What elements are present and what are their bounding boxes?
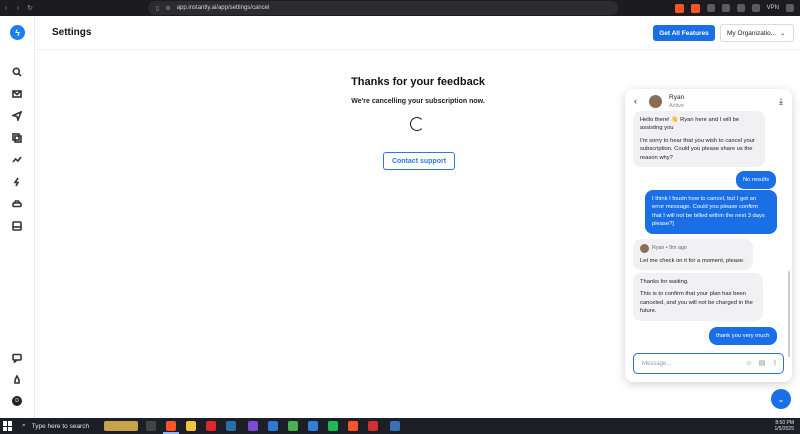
message-input[interactable] [642,360,734,367]
vscode-icon[interactable] [308,421,318,431]
chat-message-user: thank you very much [709,327,777,346]
mail-icon[interactable] [11,88,23,100]
message-line: Let me check on it for a moment, please. [640,258,745,264]
organization-select[interactable]: My Organizatio... ⌄ [720,24,794,42]
task-view-icon[interactable] [146,421,156,431]
back-nav-icon[interactable]: ‹ [0,0,12,16]
chat-scrollbar[interactable] [788,271,790,357]
chat-message-agent: Ryan • 9m ago Let me check on it for a m… [633,239,753,271]
chat-message-user: I think I foudn how to cancel, but I got… [645,190,777,234]
agent-avatar [640,244,649,253]
chevron-down-icon: ⌄ [780,30,786,37]
cancel-status-text: We're cancelling your subscription now. [351,98,485,105]
extension-icon[interactable] [706,4,715,12]
message-meta-text: Ryan • 9m ago [652,245,687,252]
taskbar-clock[interactable]: 8:50 PM 1/5/2025 [775,420,794,432]
brave-rewards-icon[interactable] [690,3,700,13]
brave-icon[interactable] [348,421,358,431]
app-icon-tools[interactable] [390,421,400,431]
agent-avatar [649,95,662,108]
car-icon[interactable] [11,198,23,210]
message-line: future. [640,308,657,315]
message-line: Hello there! 👋 Ryan here and I will be [640,117,740,123]
message-line: Thanks for waiting. [640,279,689,285]
copy-icon[interactable] [11,132,23,144]
spotify-icon[interactable] [328,421,338,431]
forward-nav-icon[interactable]: › [12,0,24,16]
clock-date: 1/5/2025 [774,426,794,432]
back-arrow-icon[interactable]: ‹ [634,96,637,106]
user-avatar[interactable]: D [12,396,22,406]
browser-toolbar: ‹ › ↻ ▯ ⚙ app.instantly.ai/app/settings/… [0,0,800,16]
taskbar-search[interactable]: ⌕ Type here to search [18,419,102,433]
contact-support-button[interactable]: Contact support [383,152,455,170]
url-text: app.instantly.ai/app/settings/cancel [176,5,270,11]
chat-toggle-button[interactable]: ⌄ [771,389,791,409]
emoji-icon[interactable]: ☺ [745,359,753,367]
message-line: I'm sorry to hear that you wish to cance… [640,137,755,144]
agent-status: Active [669,103,684,109]
message-line: that I will not be billed within the nex… [652,212,765,219]
app-icon-purple[interactable] [248,421,258,431]
message-input-box[interactable]: ☺ ▤ ⌇ [633,353,784,374]
search-icon[interactable] [11,66,23,78]
chat-icon[interactable] [11,352,23,364]
message-line: error message. Could you please confirm [652,204,759,211]
chat-message-user: No results [736,171,777,190]
taskbar-search-text: Type here to search [31,422,90,430]
attachment-icon[interactable]: ⌇ [771,359,779,367]
chat-message-agent: Thanks for waiting. This is to confirm t… [633,273,763,321]
loading-spinner-icon [410,117,424,131]
message-line: assisting you [640,125,674,132]
app-header: Settings Get All Features My Organizatio… [36,16,800,50]
windows-taskbar: ⌕ Type here to search 8:50 PM 1/5/2025 [0,418,800,434]
message-meta: Ryan • 9m ago [640,244,746,253]
feedback-title: Thanks for your feedback [351,76,485,88]
search-icon: ⌕ [22,422,26,429]
message-line: please?] [652,221,674,228]
sidebar-toggle-icon[interactable] [736,4,745,12]
get-all-features-button[interactable]: Get All Features [653,25,715,41]
app-sidebar: ϟ D [0,16,35,418]
rocket-icon[interactable] [11,374,23,386]
widget-image[interactable] [104,421,138,431]
message-line: reason why? [640,154,673,161]
app-icon-green[interactable] [288,421,298,431]
message-line: subscription. Could you please share us … [640,146,753,153]
bolt-icon[interactable] [11,176,23,188]
address-bar[interactable]: ▯ ⚙ app.instantly.ai/app/settings/cancel [148,1,618,15]
site-info-icon[interactable]: ⚙ [165,5,170,12]
wallet-icon[interactable] [721,4,730,12]
lightning-bolt-icon[interactable]: ϟ [10,25,25,40]
puzzle-icon[interactable] [751,4,760,12]
menu-icon[interactable] [786,4,794,12]
bookmark-icon[interactable]: ▯ [156,5,159,12]
page-title: Settings [52,27,92,38]
chat-widget: ‹ Ryan Active ⤓ Hello there! 👋 Ryan here… [625,89,792,382]
gif-icon[interactable]: ▤ [758,359,766,367]
message-line: This is to confirm that your plan has be… [640,291,747,298]
message-line: I think I foudn how to cancel, but I got… [652,196,757,202]
inbox-icon[interactable] [11,220,23,232]
reload-icon[interactable]: ↻ [24,0,36,16]
app-icon-blue[interactable] [268,421,278,431]
message-line: canceled, and you will not be charged in… [640,299,753,306]
app-icon-red[interactable] [206,421,216,431]
agent-name: Ryan [669,94,685,101]
analytics-icon[interactable] [11,154,23,166]
send-icon[interactable] [11,110,23,122]
download-icon[interactable]: ⤓ [779,96,783,107]
windows-start-icon[interactable] [3,421,13,431]
vpn-button[interactable]: VPN [767,5,779,11]
file-explorer-icon[interactable] [186,421,196,431]
brave-browser-icon[interactable] [166,421,176,431]
brave-shield-icon[interactable] [674,3,684,13]
organization-select-value: My Organizatio... [727,29,777,37]
chat-message-agent: Hello there! 👋 Ryan here and I will be a… [633,111,765,168]
app-icon-red-2[interactable] [368,421,378,431]
steam-icon[interactable] [226,421,236,431]
